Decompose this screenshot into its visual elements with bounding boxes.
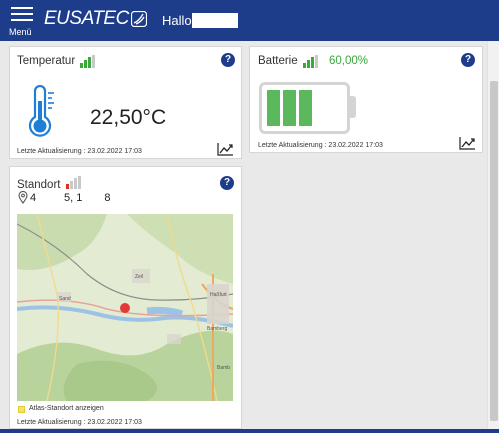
trend-chart-icon[interactable] — [217, 142, 234, 156]
battery-updated: Letzte Aktualisierung : 23.02.2022 17:03 — [258, 142, 383, 149]
battery-cell — [299, 90, 312, 126]
logo-text: EUSATEC — [44, 8, 129, 29]
atlas-checkbox-label: Atlas-Standort anzeigen — [29, 405, 104, 412]
map-label: Bamb — [217, 365, 230, 371]
battery-cell — [283, 90, 296, 126]
map-label: Bamberg — [207, 326, 228, 332]
map-label: Zeil — [135, 274, 143, 280]
logo: EUSATEC — [44, 8, 147, 30]
battery-level-fill — [267, 90, 312, 126]
menu-label: Menü — [9, 27, 32, 37]
temperature-value: 22,50°C — [90, 106, 167, 129]
location-longitude: 5, 1 8 — [64, 192, 111, 204]
signal-strength-icon — [80, 55, 95, 68]
location-title: Standort — [17, 179, 61, 191]
location-help-button[interactable]: ? — [220, 176, 234, 190]
trend-chart-icon[interactable] — [459, 136, 476, 150]
map-marker-icon — [120, 303, 130, 313]
location-map[interactable]: Haßfurt Sand Zeil Bamberg Bamb — [17, 214, 233, 401]
hamburger-icon — [11, 7, 33, 9]
map-image: Haßfurt Sand Zeil Bamberg Bamb — [17, 214, 233, 401]
battery-help-button[interactable]: ? — [461, 53, 475, 67]
battery-title: Batterie — [258, 55, 298, 67]
temperature-title: Temperatur — [17, 55, 76, 67]
battery-terminal — [350, 96, 356, 118]
signal-strength-icon — [303, 55, 318, 68]
location-card: Standort ? 4 5, 1 8 Haßfurt Sand Zeil Ba… — [9, 166, 242, 429]
top-bar: Menü EUSATEC Hallo — [0, 0, 499, 41]
location-pin-icon — [18, 191, 28, 204]
logo-mark-icon — [130, 11, 147, 27]
battery-percent: 60,00% — [329, 55, 369, 67]
thermometer-icon — [28, 85, 54, 137]
temperature-card: Temperatur ? 22,50°C Letzte Aktualisieru… — [9, 46, 242, 159]
location-updated: Letzte Aktualisierung : 23.02.2022 17:03 — [17, 419, 142, 426]
atlas-checkbox[interactable] — [18, 406, 25, 413]
greeting-text: Hallo — [162, 13, 192, 28]
temperature-help-button[interactable]: ? — [221, 53, 235, 67]
battery-card: Batterie 60,00% ? Letzte Aktualisierung … — [249, 46, 483, 153]
location-latitude: 4 — [30, 192, 37, 204]
battery-icon — [259, 82, 350, 134]
hamburger-icon-line — [11, 19, 33, 21]
menu-button[interactable]: Menü — [8, 5, 38, 37]
map-label: Sand — [59, 296, 71, 302]
page-scrollbar[interactable] — [487, 41, 499, 429]
hamburger-icon-line — [11, 13, 33, 15]
signal-strength-icon — [66, 176, 81, 189]
scrollbar-thumb[interactable] — [490, 81, 498, 421]
map-label: Haßfurt — [210, 292, 227, 298]
user-name-field — [192, 13, 238, 28]
temperature-updated: Letzte Aktualisierung : 23.02.2022 17:03 — [17, 148, 142, 155]
bottom-bar — [0, 429, 499, 433]
battery-cell — [267, 90, 280, 126]
